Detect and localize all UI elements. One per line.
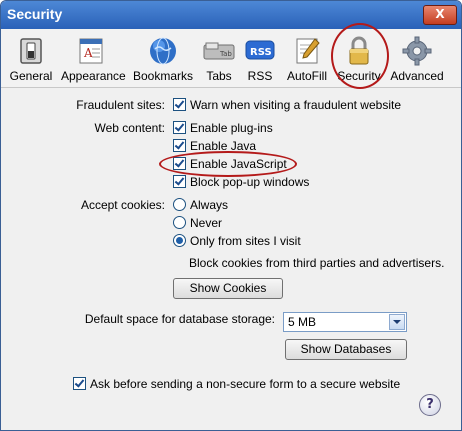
block-popups-checkbox[interactable]: [173, 175, 186, 188]
cookies-visited-option[interactable]: Only from sites I visit: [173, 234, 301, 248]
globe-icon: [150, 37, 176, 65]
show-databases-button[interactable]: Show Databases: [285, 339, 407, 360]
close-button[interactable]: X: [423, 5, 457, 25]
svg-text:A: A: [83, 46, 93, 60]
cookies-never-text: Never: [190, 216, 223, 230]
cookies-visited-text: Only from sites I visit: [190, 234, 301, 248]
show-cookies-button[interactable]: Show Cookies: [173, 278, 283, 299]
cookies-always-radio[interactable]: [173, 198, 186, 211]
preferences-toolbar: General A Appearance Bookmarks Tab Tabs …: [1, 23, 461, 89]
general-switch-icon: [20, 38, 42, 64]
nonsecure-form-option[interactable]: Ask before sending a non-secure form to …: [73, 377, 400, 391]
nonsecure-form-text: Ask before sending a non-secure form to …: [90, 377, 401, 391]
toolbar-label-advanced: Advanced: [390, 69, 444, 83]
database-storage-value: 5 MB: [288, 315, 317, 329]
toolbar-item-general[interactable]: General: [1, 31, 61, 83]
autofill-icon: [296, 38, 320, 64]
cookies-always-option[interactable]: Always: [173, 198, 228, 212]
third-party-cookie-note: Block cookies from third parties and adv…: [189, 256, 445, 270]
web-content-label: Web content:: [94, 121, 166, 135]
rss-icon: RSS: [245, 40, 275, 60]
toolbar-label-bookmarks: Bookmarks: [133, 69, 194, 83]
gear-icon: [402, 36, 432, 66]
toolbar-item-bookmarks[interactable]: Bookmarks: [133, 31, 193, 83]
enable-plugins-text: Enable plug-ins: [190, 121, 273, 135]
fraudulent-sites-label: Fraudulent sites:: [76, 98, 165, 112]
database-storage-label: Default space for database storage:: [84, 312, 275, 326]
javascript-highlight-ring: [159, 151, 297, 177]
enable-plugins-checkbox[interactable]: [173, 121, 186, 134]
window-title: Security: [7, 6, 63, 22]
nonsecure-form-checkbox[interactable]: [73, 377, 86, 390]
cookies-never-radio[interactable]: [173, 216, 186, 229]
cookies-never-option[interactable]: Never: [173, 216, 222, 230]
enable-plugins-option[interactable]: Enable plug-ins: [173, 121, 273, 135]
security-preferences-window: Security X General A Appearance Bookmark…: [0, 0, 462, 431]
accept-cookies-label: Accept cookies:: [80, 198, 165, 212]
title-bar: Security X: [1, 1, 461, 29]
chevron-down-icon[interactable]: [389, 314, 405, 330]
fraudulent-warning-checkbox[interactable]: [173, 98, 186, 111]
block-popups-option[interactable]: Block pop-up windows: [173, 175, 309, 189]
toolbar-label-appearance: Appearance: [61, 69, 126, 83]
security-highlight-ring: [331, 23, 389, 89]
cookies-always-text: Always: [190, 198, 229, 212]
toolbar-label-autofill: AutoFill: [286, 69, 327, 83]
help-button[interactable]: ?: [419, 394, 441, 416]
fraudulent-warning-text: Warn when visiting a fraudulent website: [190, 98, 401, 112]
toolbar-item-appearance[interactable]: A Appearance: [61, 31, 126, 83]
toolbar-item-advanced[interactable]: Advanced: [387, 31, 447, 83]
appearance-icon: A: [79, 38, 103, 64]
database-storage-select[interactable]: 5 MB: [283, 312, 407, 332]
rss-icon-text: RSS: [250, 47, 272, 58]
block-popups-text: Block pop-up windows: [190, 175, 310, 189]
toolbar-label-general: General: [9, 69, 53, 83]
toolbar-item-autofill[interactable]: AutoFill: [277, 31, 337, 83]
fraudulent-warning-option[interactable]: Warn when visiting a fraudulent website: [173, 98, 401, 112]
cookies-visited-radio[interactable]: [173, 234, 186, 247]
enable-java-checkbox[interactable]: [173, 139, 186, 152]
